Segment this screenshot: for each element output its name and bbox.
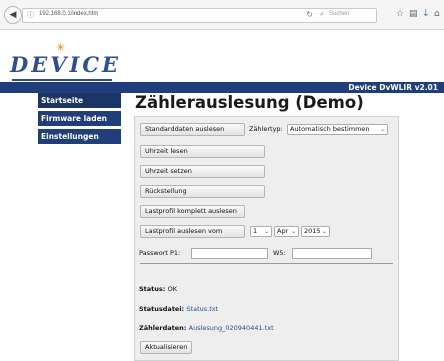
address-bar[interactable]: ⓘ 192.168.0.1/index.htm ↻ — [22, 8, 318, 23]
logo-underline — [12, 79, 112, 81]
meter-data-link[interactable]: Auslesung_020940441.txt — [189, 324, 274, 332]
address-url: 192.168.0.1/index.htm — [39, 11, 99, 17]
info-icon[interactable]: ⓘ — [27, 10, 34, 20]
meter-type-label: Zählertyp: — [249, 125, 283, 133]
divider — [140, 263, 393, 264]
read-time-button[interactable]: Uhrzeit lesen — [140, 145, 265, 158]
download-icon[interactable]: ↓ — [422, 9, 430, 19]
search-placeholder: Suchen — [329, 11, 350, 17]
home-icon[interactable]: ⌂ — [434, 9, 440, 19]
read-standard-button[interactable]: Standarddaten auslesen — [140, 123, 245, 136]
sidebar-item-firmware[interactable]: Firmware laden — [38, 111, 121, 126]
version-label: Device DvWLIR v2.01 — [348, 83, 438, 92]
chevron-down-icon: ⌄ — [290, 228, 296, 235]
app: ◀ ⓘ 192.168.0.1/index.htm ↻ ⌕ Suchen ☆ ▤… — [0, 0, 444, 361]
status-line: Status: OK — [139, 284, 177, 295]
status-file-label: Statusdatei: — [139, 305, 185, 313]
header-bar: Device DvWLIR v2.01 — [0, 82, 444, 93]
reset-button[interactable]: Rückstellung — [140, 185, 265, 198]
browser-toolbar: ◀ ⓘ 192.168.0.1/index.htm ↻ ⌕ Suchen ☆ ▤… — [0, 0, 444, 30]
day-select[interactable]: 1 ⌄ — [250, 226, 272, 237]
set-time-button[interactable]: Uhrzeit setzen — [140, 165, 265, 178]
day-value: 1 — [253, 227, 258, 235]
sidebar-item-einstellungen[interactable]: Einstellungen — [38, 129, 121, 144]
year-value: 2015 — [304, 227, 321, 235]
search-bar[interactable]: ⌕ Suchen — [317, 8, 377, 23]
month-value: Apr — [277, 227, 289, 235]
ws-field[interactable] — [292, 248, 372, 259]
status-value: OK — [167, 285, 178, 293]
chevron-down-icon: ⌄ — [379, 126, 385, 133]
sidebar-nav: Startseite Firmware laden Einstellungen — [38, 93, 121, 147]
read-profile-from-button[interactable]: Lastprofil auslesen vom — [140, 225, 245, 238]
meter-data-label: Zählerdaten: — [139, 324, 187, 332]
reload-icon[interactable]: ↻ — [306, 10, 313, 19]
meter-type-value: Automatisch bestimmen — [290, 125, 370, 133]
status-file-line: Statusdatei: Status.txt — [139, 304, 218, 315]
logo-text: DEVICE — [10, 52, 122, 77]
chevron-down-icon: ⌄ — [263, 228, 269, 235]
bookmark-star-icon[interactable]: ☆ — [396, 9, 404, 19]
device-logo: ✳ DEVICE — [10, 42, 122, 81]
back-arrow-icon[interactable]: ◀ — [4, 6, 22, 24]
read-profile-full-button[interactable]: Lastprofil komplett auslesen — [140, 205, 245, 218]
control-panel: Standarddaten auslesen Zählertyp: Automa… — [134, 116, 399, 361]
password-field[interactable] — [191, 248, 268, 259]
year-select[interactable]: 2015 ⌄ — [301, 226, 330, 237]
status-file-link[interactable]: Status.txt — [186, 305, 218, 313]
password-label: Passwort P1: — [139, 249, 181, 257]
library-icon[interactable]: ▤ — [409, 9, 418, 19]
month-select[interactable]: Apr ⌄ — [274, 226, 299, 237]
status-label: Status: — [139, 285, 166, 293]
refresh-button[interactable]: Aktualisieren — [140, 341, 192, 354]
meter-type-select[interactable]: Automatisch bestimmen ⌄ — [287, 124, 388, 135]
page-title: Zählerauslesung (Demo) — [135, 93, 364, 112]
sidebar-item-startseite[interactable]: Startseite — [38, 93, 121, 108]
chevron-down-icon: ⌄ — [321, 228, 327, 235]
meter-data-line: Zählerdaten: Auslesung_020940441.txt — [139, 323, 274, 334]
spark-icon: ✳ — [56, 41, 66, 54]
search-icon: ⌕ — [320, 10, 324, 18]
ws-label: W5: — [273, 249, 286, 257]
